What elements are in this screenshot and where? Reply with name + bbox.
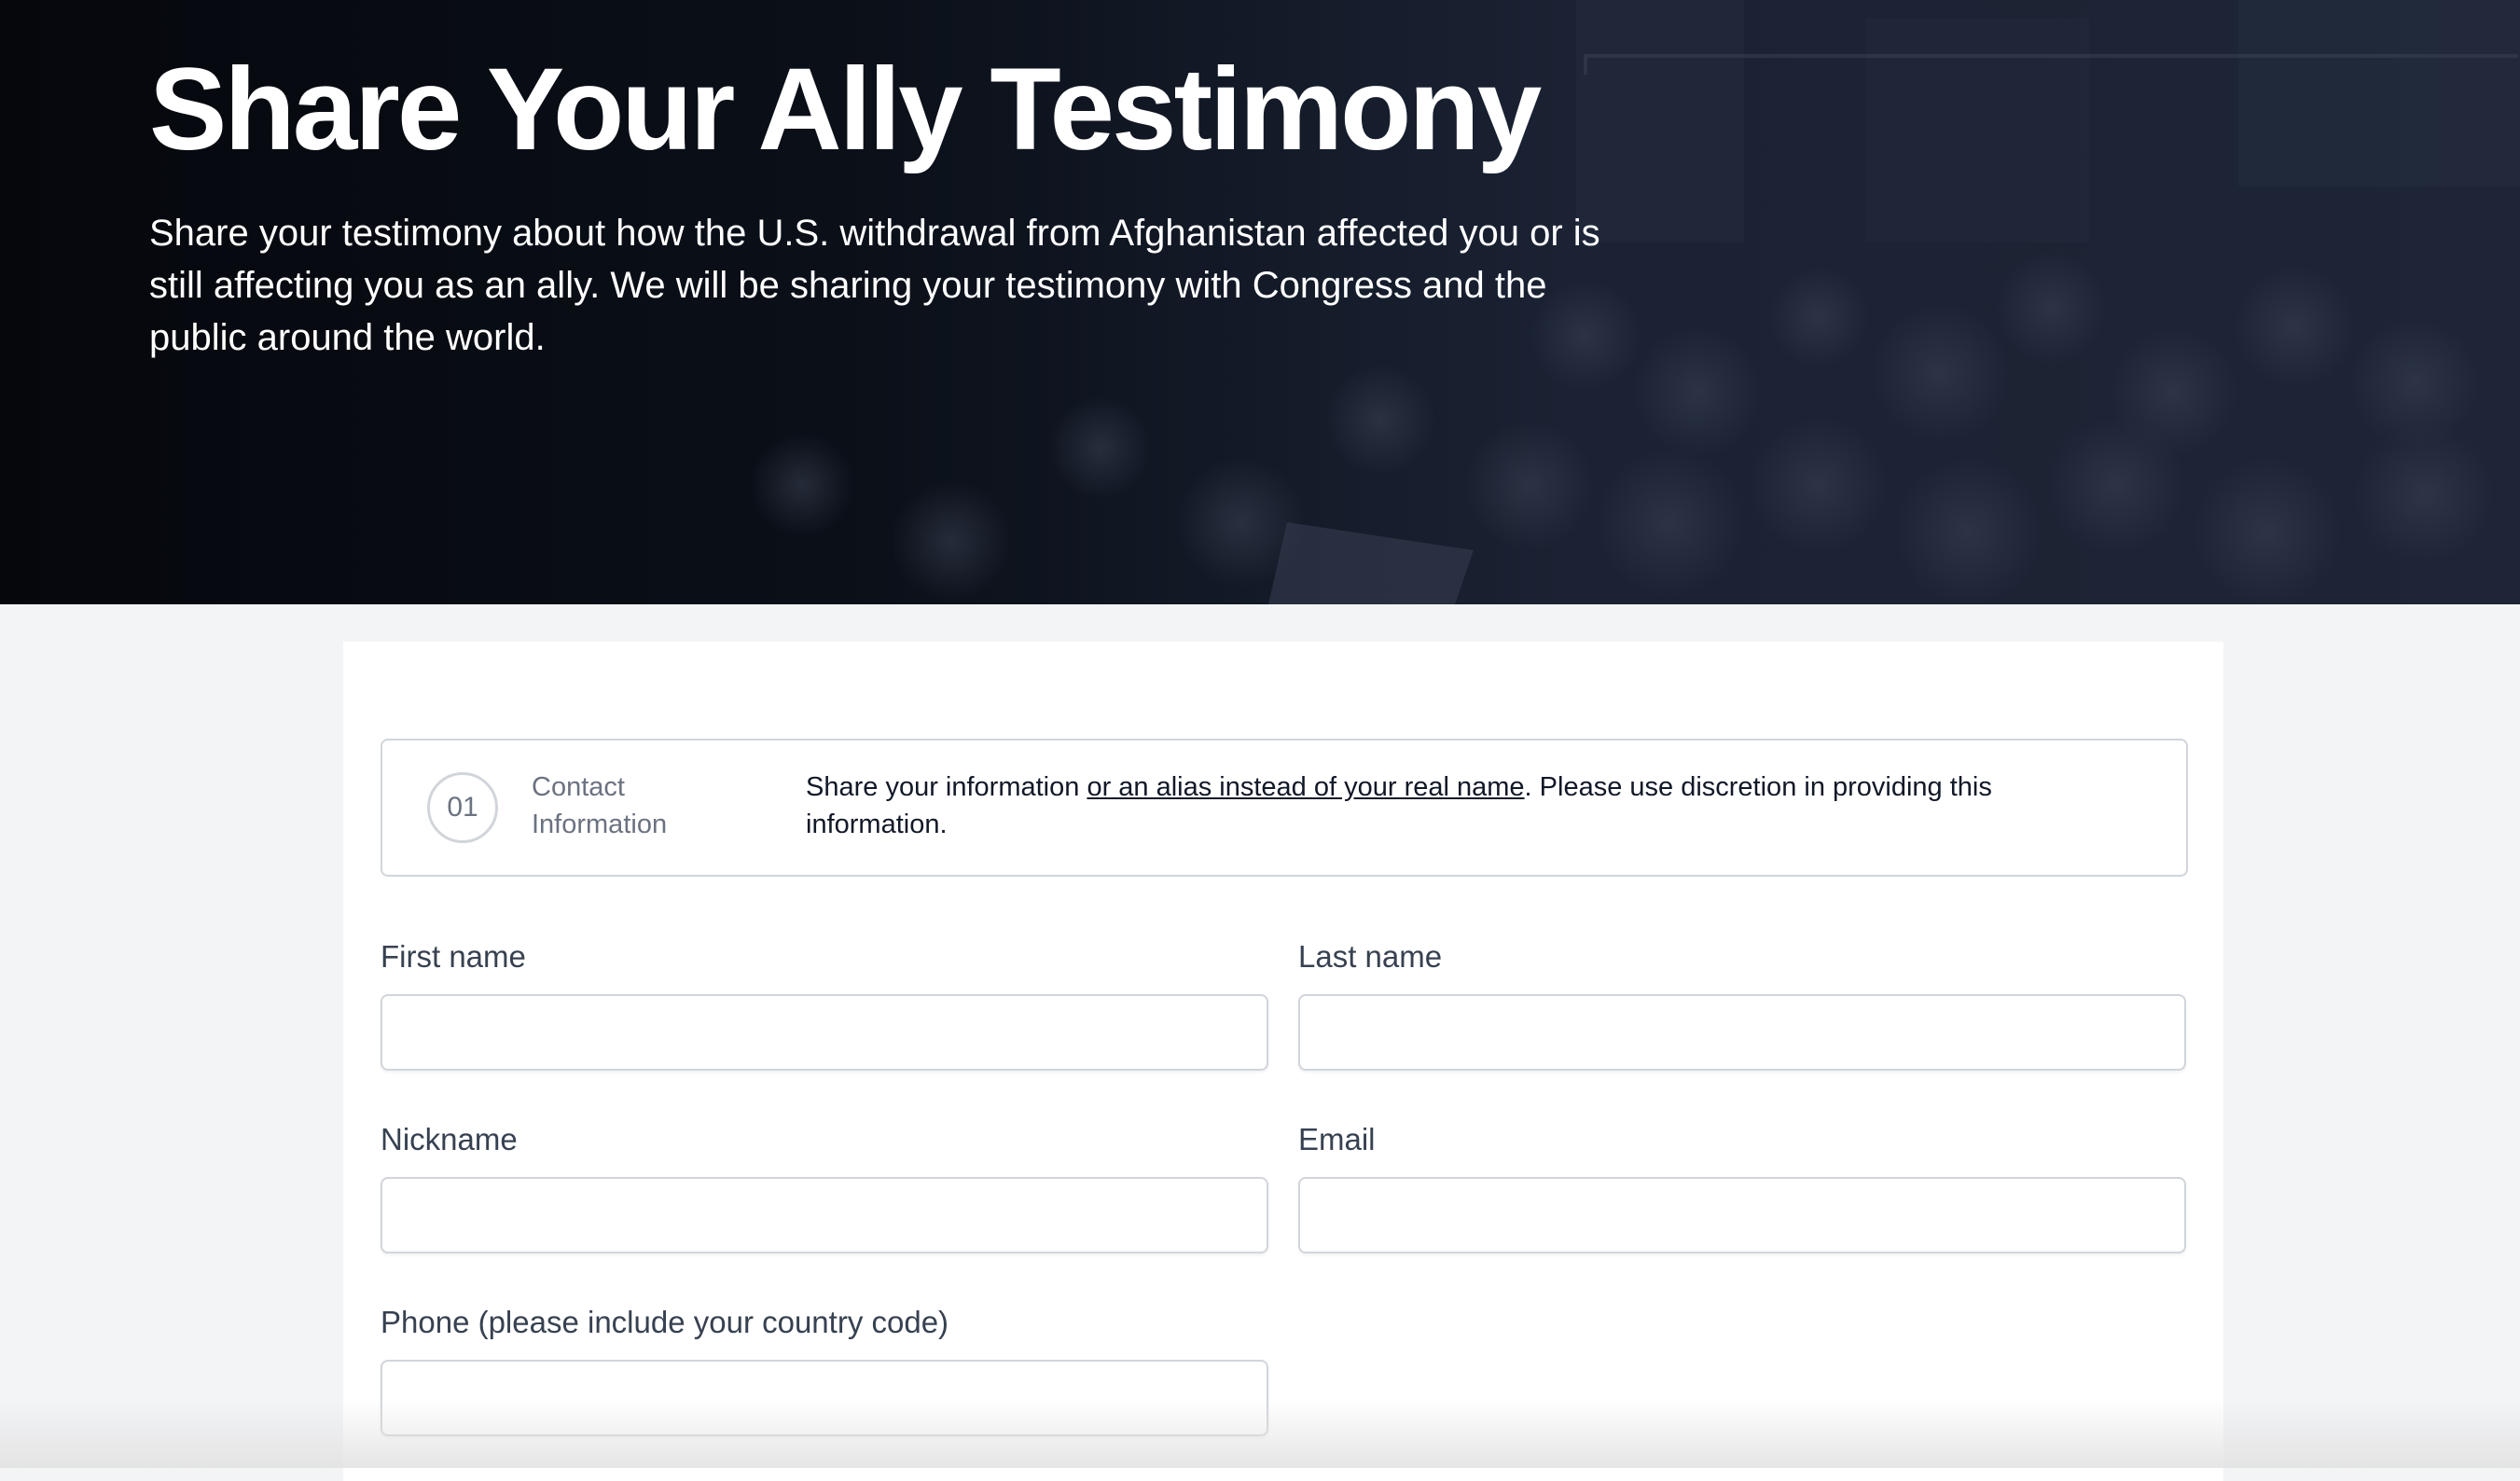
phone-label: Phone (please include your country code) [381, 1305, 949, 1339]
page-title: Share Your Ally Testimony [149, 45, 1542, 174]
page-intro: Share your testimony about how the U.S. … [149, 213, 1600, 358]
step-description: Share your information or an alias inste… [806, 768, 2130, 843]
testimony-form: 01 Contact Information Share your inform… [343, 642, 2223, 1481]
step-header-contact: 01 Contact Information Share your inform… [381, 739, 2188, 877]
last-name-label: Last name [1298, 939, 1443, 974]
nickname-input[interactable] [381, 1177, 1268, 1253]
first-name-label: First name [381, 939, 526, 974]
phone-input[interactable] [381, 1360, 1268, 1436]
step-label: Contact Information [532, 772, 668, 839]
hero-banner: Share Your Ally Testimony Share your tes… [0, 0, 2520, 604]
step-description-text: Share your information [806, 772, 1087, 802]
first-name-input[interactable] [381, 994, 1268, 1071]
step-number-badge: 01 [427, 772, 498, 843]
last-name-input[interactable] [1298, 994, 2186, 1071]
nickname-label: Nickname [381, 1122, 518, 1156]
email-label: Email [1298, 1122, 1376, 1156]
alias-info-link[interactable]: or an alias instead of your real name [1087, 772, 1524, 802]
email-input[interactable] [1298, 1177, 2186, 1253]
